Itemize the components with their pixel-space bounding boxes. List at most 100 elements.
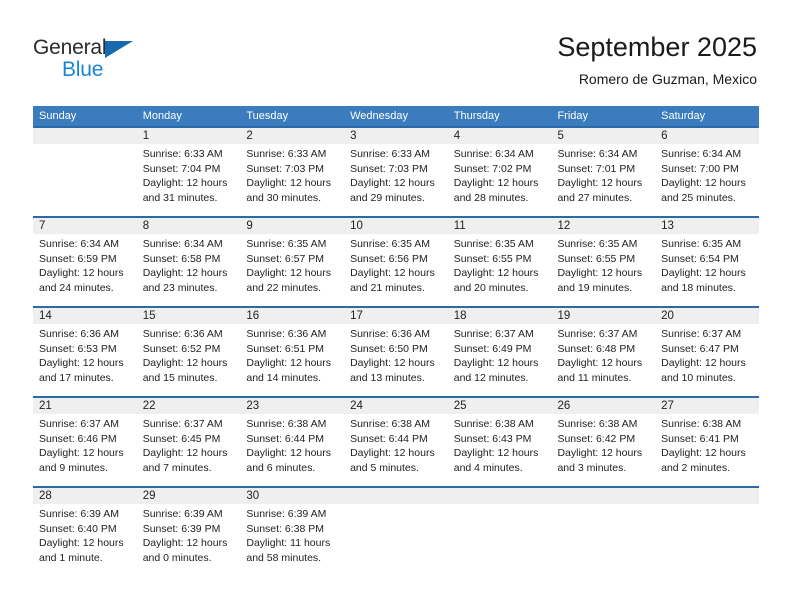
calendar-day-number: 8 [136, 218, 241, 234]
calendar-day-number: 23 [240, 398, 345, 414]
calendar-day-cell[interactable]: 7 Sunrise: 6:34 AM Sunset: 6:59 PM Daylight… [33, 216, 137, 307]
calendar-day-cell-inner: 19 Sunrise: 6:37 AM Sunset: 6:48 PM Dayligh… [551, 308, 656, 396]
calendar-day-number: 9 [240, 218, 345, 234]
sunrise-text: Sunrise: 6:33 AM [246, 148, 327, 160]
calendar-day-cell-inner: 2 Sunrise: 6:33 AM Sunset: 7:03 PM Daylight… [240, 128, 345, 216]
calendar-day-cell[interactable]: 30 Sunrise: 6:39 AM Sunset: 6:38 PM Dayligh… [240, 486, 345, 576]
calendar-day-cell[interactable]: 15 Sunrise: 6:36 AM Sunset: 6:52 PM Dayligh… [136, 306, 241, 397]
calendar-day-details: Sunrise: 6:34 AM Sunset: 7:02 PM Daylight:… [448, 144, 552, 205]
sunrise-text: Sunrise: 6:33 AM [142, 148, 223, 160]
calendar-day-cell[interactable]: 6 Sunrise: 6:34 AM Sunset: 7:00 PM Daylight… [655, 126, 759, 217]
calendar-day-cell[interactable]: 24 Sunrise: 6:38 AM Sunset: 6:44 PM Dayligh… [344, 396, 448, 487]
calendar-day-cell[interactable]: 22 Sunrise: 6:37 AM Sunset: 6:45 PM Dayligh… [136, 396, 241, 487]
calendar-day-details: Sunrise: 6:34 AM Sunset: 6:58 PM Daylight:… [137, 234, 241, 295]
calendar-day-cell[interactable]: 4 Sunrise: 6:34 AM Sunset: 7:02 PM Daylight… [447, 126, 552, 217]
weekday-header-wednesday: Wednesday [344, 106, 448, 127]
sunset-text: Sunset: 6:38 PM [246, 522, 325, 535]
calendar-day-cell[interactable]: 18 Sunrise: 6:37 AM Sunset: 6:49 PM Dayligh… [447, 306, 552, 397]
calendar-day-cell[interactable]: 17 Sunrise: 6:36 AM Sunset: 6:50 PM Dayligh… [344, 306, 448, 397]
calendar-day-cell[interactable]: 3 Sunrise: 6:33 AM Sunset: 7:03 PM Daylight… [344, 126, 448, 217]
calendar-day-details: Sunrise: 6:33 AM Sunset: 7:04 PM Daylight:… [137, 144, 241, 205]
logo-text-general: General [33, 36, 107, 59]
calendar-day-details: Sunrise: 6:36 AM Sunset: 6:53 PM Daylight:… [33, 324, 137, 385]
page-header: General Blue September 2025 Romero de Gu… [0, 0, 792, 100]
calendar-day-cell[interactable]: 21 Sunrise: 6:37 AM Sunset: 6:46 PM Dayligh… [33, 396, 137, 487]
calendar-day-number: 29 [136, 488, 241, 504]
weekday-header-saturday: Saturday [655, 106, 759, 127]
sunset-text: Sunset: 6:47 PM [661, 342, 739, 355]
sunset-text: Sunset: 6:55 PM [557, 252, 636, 265]
calendar-day-details [551, 504, 655, 507]
calendar-day-number: 2 [240, 128, 345, 144]
calendar-day-cell[interactable]: 28 Sunrise: 6:39 AM Sunset: 6:40 PM Dayligh… [33, 486, 137, 576]
calendar-day-cell[interactable]: 1 Sunrise: 6:33 AM Sunset: 7:04 PM Daylight… [136, 126, 241, 217]
calendar-day-cell[interactable]: 2 Sunrise: 6:33 AM Sunset: 7:03 PM Daylight… [240, 126, 345, 217]
daylight-text: Daylight: 12 hours and 25 minutes. [661, 177, 746, 204]
calendar-day-number: 7 [33, 218, 137, 234]
calendar-day-number: 30 [240, 488, 345, 504]
calendar-body: 1 Sunrise: 6:33 AM Sunset: 7:04 PM Daylight… [33, 126, 759, 576]
calendar-day-cell[interactable]: 5 Sunrise: 6:34 AM Sunset: 7:01 PM Daylight… [551, 126, 656, 217]
daylight-text: Daylight: 12 hours and 12 minutes. [453, 357, 539, 384]
sunrise-text: Sunrise: 6:34 AM [39, 238, 119, 250]
calendar-day-cell[interactable]: 23 Sunrise: 6:38 AM Sunset: 6:44 PM Dayligh… [240, 396, 345, 487]
daylight-text: Daylight: 12 hours and 23 minutes. [142, 267, 228, 294]
calendar-week-row: 1 Sunrise: 6:33 AM Sunset: 7:04 PM Daylight… [33, 126, 759, 217]
calendar-day-details [344, 504, 448, 507]
daylight-text: Daylight: 12 hours and 4 minutes. [453, 447, 539, 474]
daylight-text: Daylight: 12 hours and 5 minutes. [350, 447, 435, 474]
calendar-day-cell[interactable]: 25 Sunrise: 6:38 AM Sunset: 6:43 PM Dayligh… [447, 396, 552, 487]
daylight-text: Daylight: 12 hours and 18 minutes. [661, 267, 746, 294]
calendar-day-cell[interactable]: 14 Sunrise: 6:36 AM Sunset: 6:53 PM Dayligh… [33, 306, 137, 397]
calendar-day-cell-inner: 17 Sunrise: 6:36 AM Sunset: 6:50 PM Dayligh… [344, 308, 448, 396]
calendar-day-cell[interactable]: 12 Sunrise: 6:35 AM Sunset: 6:55 PM Dayligh… [551, 216, 656, 307]
daylight-text: Daylight: 12 hours and 15 minutes. [142, 357, 228, 384]
calendar-day-cell-inner: 16 Sunrise: 6:36 AM Sunset: 6:51 PM Dayligh… [240, 308, 345, 396]
calendar-day-number: 17 [344, 308, 448, 324]
calendar-day-cell[interactable]: 26 Sunrise: 6:38 AM Sunset: 6:42 PM Dayligh… [551, 396, 656, 487]
calendar-day-number [447, 488, 552, 504]
calendar-day-number [655, 488, 759, 504]
weekday-header-row: Sunday Monday Tuesday Wednesday Thursday… [33, 106, 759, 127]
sunrise-text: Sunrise: 6:34 AM [453, 148, 534, 160]
calendar-day-cell[interactable]: 10 Sunrise: 6:35 AM Sunset: 6:56 PM Dayligh… [344, 216, 448, 307]
calendar-day-cell[interactable]: 16 Sunrise: 6:36 AM Sunset: 6:51 PM Dayligh… [240, 306, 345, 397]
calendar-day-cell-empty [655, 486, 759, 576]
calendar-day-cell[interactable]: 11 Sunrise: 6:35 AM Sunset: 6:55 PM Dayligh… [447, 216, 552, 307]
sunset-text: Sunset: 6:43 PM [453, 432, 532, 445]
calendar-day-cell[interactable]: 29 Sunrise: 6:39 AM Sunset: 6:39 PM Dayligh… [136, 486, 241, 576]
weekday-header-tuesday: Tuesday [240, 106, 345, 127]
sunset-text: Sunset: 6:50 PM [350, 342, 428, 355]
calendar-day-details [33, 144, 137, 147]
sunset-text: Sunset: 6:53 PM [39, 342, 117, 355]
calendar-day-cell[interactable]: 13 Sunrise: 6:35 AM Sunset: 6:54 PM Dayligh… [655, 216, 759, 307]
calendar-day-cell[interactable]: 19 Sunrise: 6:37 AM Sunset: 6:48 PM Dayligh… [551, 306, 656, 397]
calendar-day-number: 12 [551, 218, 656, 234]
calendar-day-number: 27 [655, 398, 759, 414]
calendar-day-number [33, 128, 137, 144]
daylight-text: Daylight: 12 hours and 28 minutes. [453, 177, 539, 204]
calendar-day-cell[interactable]: 20 Sunrise: 6:37 AM Sunset: 6:47 PM Dayligh… [655, 306, 759, 397]
calendar-day-details: Sunrise: 6:33 AM Sunset: 7:03 PM Daylight:… [344, 144, 448, 205]
calendar-day-cell[interactable]: 8 Sunrise: 6:34 AM Sunset: 6:58 PM Daylight… [136, 216, 241, 307]
calendar-day-cell-empty [551, 486, 656, 576]
sunset-text: Sunset: 6:48 PM [557, 342, 636, 355]
calendar-day-details: Sunrise: 6:35 AM Sunset: 6:57 PM Daylight:… [240, 234, 344, 295]
sunset-text: Sunset: 7:03 PM [350, 162, 428, 175]
sunset-text: Sunset: 6:59 PM [39, 252, 117, 265]
sunset-text: Sunset: 6:52 PM [142, 342, 221, 355]
sunrise-text: Sunrise: 6:35 AM [661, 238, 742, 250]
general-blue-logo: General Blue [33, 36, 213, 86]
calendar-day-cell[interactable]: 9 Sunrise: 6:35 AM Sunset: 6:57 PM Daylight… [240, 216, 345, 307]
calendar-day-number: 25 [447, 398, 552, 414]
sunset-text: Sunset: 6:55 PM [453, 252, 532, 265]
sunrise-text: Sunrise: 6:34 AM [661, 148, 742, 160]
calendar-day-cell-inner: 22 Sunrise: 6:37 AM Sunset: 6:45 PM Dayligh… [136, 398, 241, 486]
sunrise-text: Sunrise: 6:37 AM [39, 418, 119, 430]
sunrise-text: Sunrise: 6:35 AM [557, 238, 638, 250]
calendar-day-number: 19 [551, 308, 656, 324]
calendar-day-cell-inner: 5 Sunrise: 6:34 AM Sunset: 7:01 PM Daylight… [551, 128, 656, 216]
calendar-day-cell-inner: 10 Sunrise: 6:35 AM Sunset: 6:56 PM Dayligh… [344, 218, 448, 306]
calendar-day-cell[interactable]: 27 Sunrise: 6:38 AM Sunset: 6:41 PM Dayligh… [655, 396, 759, 487]
calendar-day-number: 10 [344, 218, 448, 234]
